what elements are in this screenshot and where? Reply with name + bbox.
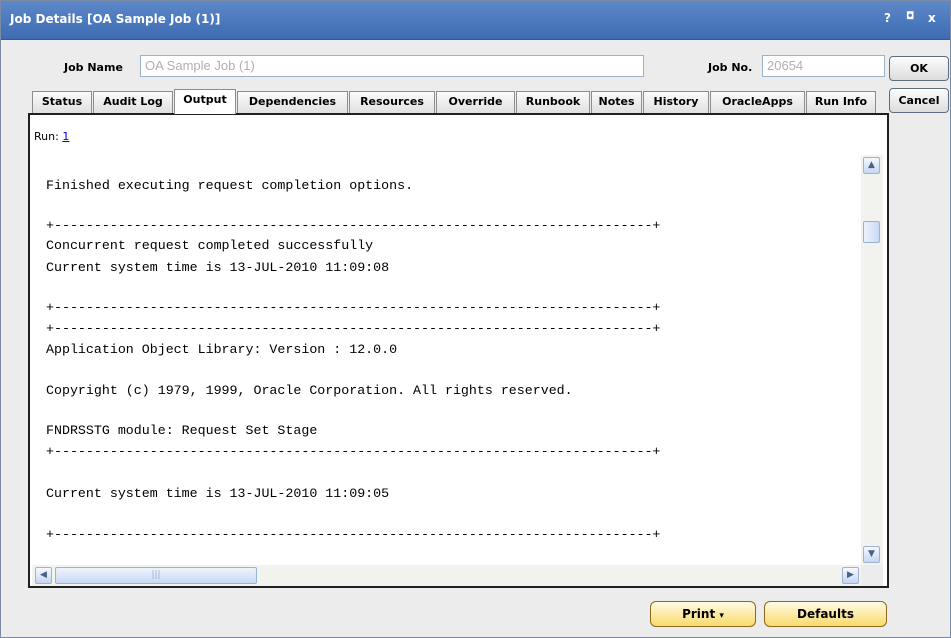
output-line: +---------------------------------------… [46, 321, 661, 336]
title-bar[interactable]: Job Details [OA Sample Job (1)] ? ◘ x [1, 1, 950, 40]
tab-override[interactable]: Override [436, 91, 515, 113]
ok-button[interactable]: OK [889, 56, 949, 81]
output-panel: Run: 1 Finished executing request comple… [28, 113, 889, 588]
window-title: Job Details [OA Sample Job (1)] [10, 12, 221, 26]
horizontal-scrollbar[interactable]: ◀ ||| ▶ [32, 565, 861, 586]
job-no-field[interactable]: 20654 [762, 55, 885, 77]
output-line: Application Object Library: Version : 12… [46, 342, 398, 357]
output-line: Copyright (c) 1979, 1999, Oracle Corpora… [46, 383, 573, 398]
scrollbar-corner [861, 565, 883, 586]
job-no-label: Job No. [708, 61, 753, 74]
scroll-left-icon[interactable]: ◀ [35, 567, 52, 584]
tab-run-info[interactable]: Run Info [806, 91, 876, 113]
output-line: +---------------------------------------… [46, 444, 661, 459]
run-link[interactable]: 1 [62, 130, 69, 143]
print-label: Print [682, 607, 716, 621]
output-line: +---------------------------------------… [46, 218, 661, 233]
close-icon[interactable]: x [928, 11, 936, 25]
cancel-button[interactable]: Cancel [889, 88, 949, 113]
tab-audit-log[interactable]: Audit Log [93, 91, 173, 113]
tab-dependencies[interactable]: Dependencies [237, 91, 348, 113]
horizontal-scroll-thumb[interactable]: ||| [55, 567, 257, 584]
vertical-scroll-thumb[interactable] [863, 221, 880, 243]
tab-resources[interactable]: Resources [349, 91, 435, 113]
job-details-window: Job Details [OA Sample Job (1)] ? ◘ x Jo… [0, 0, 951, 638]
defaults-button[interactable]: Defaults [764, 601, 887, 627]
scroll-down-icon[interactable]: ▼ [863, 546, 880, 563]
tab-history[interactable]: History [643, 91, 709, 113]
run-label: Run: [34, 130, 59, 143]
output-line: +---------------------------------------… [46, 300, 661, 315]
scroll-up-icon[interactable]: ▲ [863, 157, 880, 174]
help-icon[interactable]: ? [884, 11, 891, 25]
scroll-right-icon[interactable]: ▶ [842, 567, 859, 584]
output-line: Current system time is 13-JUL-2010 11:09… [46, 260, 390, 275]
tab-oracleapps[interactable]: OracleApps [710, 91, 805, 113]
output-line: Current system time is 13-JUL-2010 11:09… [46, 486, 390, 501]
vertical-scrollbar[interactable]: ▲ ▼ [861, 155, 883, 565]
output-line: FNDRSSTG module: Request Set Stage [46, 423, 318, 438]
output-line: Finished executing request completion op… [46, 178, 414, 193]
job-name-label: Job Name [64, 61, 123, 74]
job-name-field[interactable]: OA Sample Job (1) [140, 55, 644, 77]
run-selector: Run: 1 [34, 130, 69, 143]
output-line: +---------------------------------------… [46, 527, 661, 542]
tab-output[interactable]: Output [174, 89, 236, 114]
output-line: Concurrent request completed successfull… [46, 238, 374, 253]
maximize-icon[interactable]: ◘ [906, 11, 914, 22]
tab-status[interactable]: Status [32, 91, 92, 113]
dropdown-arrow-icon: ▾ [719, 611, 724, 621]
tab-notes[interactable]: Notes [591, 91, 642, 113]
tab-runbook[interactable]: Runbook [516, 91, 590, 113]
print-button[interactable]: Print ▾ [650, 601, 756, 627]
